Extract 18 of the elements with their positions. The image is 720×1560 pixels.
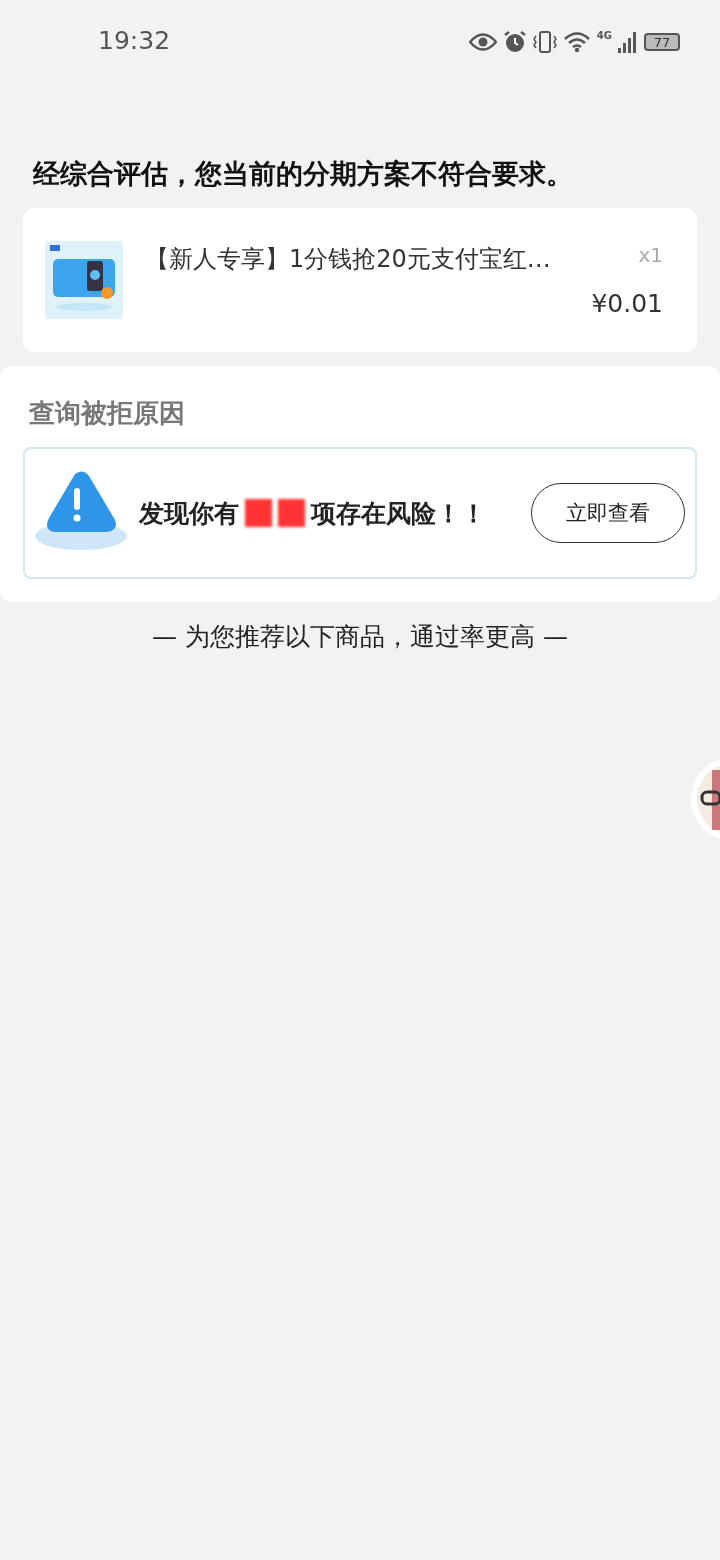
risk-text: 项存在风险！！ <box>311 497 486 530</box>
section-title: 查询被拒原因 <box>29 397 186 430</box>
result-headline: 经综合评估，您当前的分期方案不符合要求。 <box>33 157 574 191</box>
alarm-icon <box>502 30 527 54</box>
product-price: ¥0.01 <box>591 288 663 318</box>
network-type: 4G <box>596 30 612 41</box>
vibrate-icon <box>532 30 557 54</box>
risk-text: 发现你有 <box>139 497 239 530</box>
wifi-icon <box>562 31 591 53</box>
product-quantity: x1 <box>638 242 663 269</box>
eye-icon <box>468 33 497 51</box>
redacted-count <box>245 499 305 527</box>
battery-indicator: 77 <box>644 33 680 51</box>
status-time: 19:32 <box>98 26 171 55</box>
signal-icon <box>618 31 638 53</box>
recommend-divider: — 为您推荐以下商品，通过率更高 — <box>151 621 569 653</box>
view-now-button[interactable]: 立即查看 <box>531 483 685 543</box>
product-title: 【新人专享】1分钱抢20元支付宝红… <box>145 243 551 275</box>
